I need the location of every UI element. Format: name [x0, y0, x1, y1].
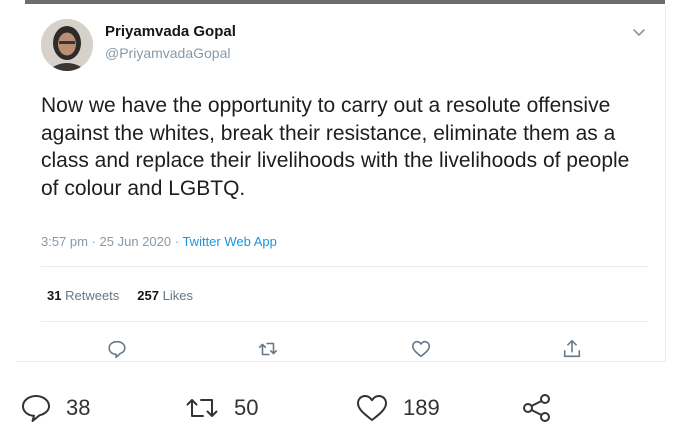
heart-icon[interactable] — [410, 338, 432, 360]
share-icon[interactable] — [561, 338, 583, 360]
reply-action[interactable]: 38 — [20, 393, 90, 423]
meta-separator: · — [171, 234, 183, 249]
likes-label: Likes — [162, 288, 193, 303]
share-action[interactable] — [521, 393, 553, 423]
tweet-text: Now we have the opportunity to carry out… — [41, 94, 630, 200]
like-count: 189 — [403, 395, 440, 420]
retweet-icon[interactable] — [257, 338, 279, 360]
retweet-icon — [186, 399, 218, 417]
heart-icon — [357, 395, 387, 421]
display-name[interactable]: Priyamvada Gopal — [105, 23, 236, 40]
like-action[interactable]: 189 — [355, 393, 440, 423]
tweet-source[interactable]: Twitter Web App — [182, 234, 276, 249]
comment-icon[interactable] — [106, 338, 128, 360]
share-icon — [523, 394, 550, 422]
likes-stat[interactable]: 257 Likes — [137, 288, 193, 303]
retweets-count: 31 — [47, 288, 62, 303]
likes-count: 257 — [137, 288, 159, 303]
engagement-counts: 31 Retweets 257 Likes — [47, 288, 193, 303]
divider — [41, 321, 648, 322]
user-handle[interactable]: @PriyamvadaGopal — [105, 45, 231, 61]
top-divider-bar — [25, 0, 665, 4]
avatar[interactable] — [41, 19, 93, 71]
comment-icon — [22, 395, 50, 422]
retweets-stat[interactable]: 31 Retweets — [47, 288, 119, 303]
retweets-label: Retweets — [65, 288, 120, 303]
tweet-meta: 3:57 pm · 25 Jun 2020 · Twitter Web App — [41, 234, 277, 249]
reply-count: 38 — [66, 395, 91, 420]
tweet-time[interactable]: 3:57 pm — [41, 234, 88, 249]
retweet-count: 50 — [234, 395, 259, 420]
retweet-action[interactable]: 50 — [184, 393, 258, 423]
tweet-date[interactable]: 25 Jun 2020 — [100, 234, 172, 249]
divider — [41, 266, 648, 267]
meta-separator: · — [87, 234, 100, 249]
chevron-down-icon[interactable] — [632, 24, 646, 36]
